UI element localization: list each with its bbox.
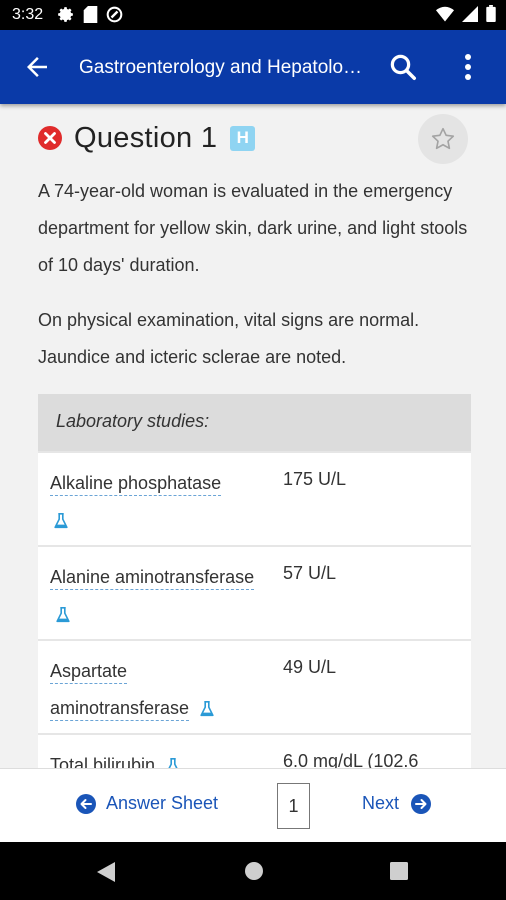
status-time: 3:32 — [12, 6, 44, 23]
signal-icon — [462, 5, 478, 22]
lab-test-value: 175 U/L — [283, 469, 347, 489]
arrow-right-circle-icon — [411, 793, 432, 814]
status-bar: 3:32 — [0, 0, 506, 30]
answer-sheet-label[interactable]: Answer Sheet — [106, 793, 218, 814]
question-stem-paragraph: A 74-year-old woman is evaluated in the … — [38, 181, 468, 275]
lab-test-name[interactable]: Alkaline phosphatase — [50, 465, 255, 539]
bookmark-star-button[interactable] — [418, 114, 468, 164]
flask-icon[interactable] — [164, 757, 182, 768]
answer-sheet-button[interactable]: Answer Sheet — [76, 793, 218, 814]
difficulty-badge: H — [230, 125, 256, 151]
table-row: Aspartate aminotransferase 49 U/L — [38, 639, 471, 733]
more-vert-icon[interactable] — [456, 52, 480, 82]
arrow-left-circle-icon — [76, 793, 96, 814]
flask-icon[interactable] — [198, 700, 216, 718]
sd-card-icon — [83, 6, 98, 23]
system-navigation-bar — [0, 842, 506, 900]
question-header: Question 1 H — [38, 118, 256, 158]
lab-test-value: 57 U/L — [283, 563, 337, 583]
table-row: Alkaline phosphatase 175 U/L — [38, 451, 471, 545]
arrow-back-icon[interactable] — [22, 52, 52, 82]
page-number-field[interactable]: 1 — [277, 783, 310, 829]
nav-recents-icon[interactable] — [390, 862, 408, 880]
lab-test-name[interactable]: Aspartate aminotransferase — [50, 653, 255, 727]
nav-back-icon[interactable] — [96, 861, 116, 883]
question-content[interactable]: Question 1 H A 74-year-old woman is eval… — [0, 104, 506, 768]
lab-test-value: 6.0 mg/dL (102.6 — [283, 751, 419, 768]
question-stem-paragraph: On physical examination, vital signs are… — [38, 310, 420, 367]
next-button[interactable]: Next — [362, 793, 432, 814]
table-row: Alanine aminotransferase 57 U/L — [38, 545, 471, 639]
flask-icon[interactable] — [52, 512, 70, 530]
question-navigation-bar: Answer Sheet 1 Next — [0, 768, 506, 842]
app-bar: Gastroenterology and Hepatolo… — [0, 30, 506, 104]
lab-studies-table: Laboratory studies: Alkaline phosphatase… — [38, 394, 471, 768]
app-title: Gastroenterology and Hepatolo… — [79, 57, 363, 78]
star-outline-icon — [431, 127, 455, 150]
table-row: Total bilirubin 6.0 mg/dL (102.6 — [38, 733, 471, 768]
wifi-icon — [436, 6, 454, 21]
battery-icon — [486, 5, 496, 22]
lab-test-name[interactable]: Total bilirubin — [50, 747, 255, 768]
gear-icon — [58, 7, 73, 22]
lab-test-value: 49 U/L — [283, 657, 337, 677]
next-label[interactable]: Next — [362, 793, 399, 814]
nav-home-icon[interactable] — [244, 861, 264, 881]
search-icon[interactable] — [388, 52, 418, 82]
no-disturb-icon — [106, 6, 123, 23]
question-title: Question 1 — [74, 121, 218, 154]
flask-icon[interactable] — [54, 606, 72, 624]
lab-test-name[interactable]: Alanine aminotransferase — [50, 559, 255, 633]
lab-table-heading: Laboratory studies: — [38, 394, 471, 451]
incorrect-icon — [38, 126, 62, 150]
